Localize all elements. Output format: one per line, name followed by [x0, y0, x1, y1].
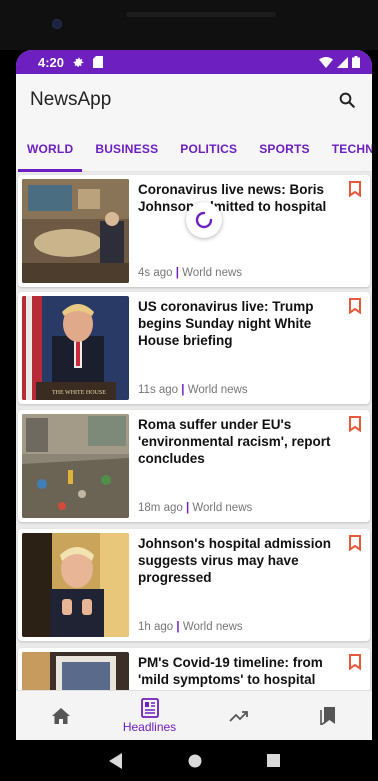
article-category: World news — [187, 384, 248, 396]
news-card[interactable]: Roma suffer under EU's 'environmental ra… — [18, 410, 370, 522]
article-headline: US coronavirus live: Trump begins Sunday… — [138, 299, 314, 348]
front-camera — [52, 19, 62, 29]
search-icon[interactable] — [336, 89, 358, 111]
article-time: 1h ago — [138, 621, 174, 633]
wifi-icon — [319, 56, 333, 68]
article-meta: 18m ago | World news — [138, 502, 252, 514]
meta-separator: | — [175, 267, 179, 279]
signal-icon — [337, 56, 348, 68]
nav-trending[interactable] — [194, 691, 283, 740]
article-time: 4s ago — [138, 267, 173, 279]
article-category: World news — [182, 267, 243, 279]
article-thumbnail — [22, 652, 129, 690]
tab-world[interactable]: WORLD — [16, 126, 84, 172]
article-meta: 4s ago | World news — [138, 267, 242, 279]
nav-headlines-label: Headlines — [122, 719, 177, 734]
article-headline: Roma suffer under EU's 'environmental ra… — [138, 417, 331, 466]
article-meta: 11s ago | World news — [138, 384, 248, 396]
app-bar: NewsApp — [16, 74, 372, 126]
status-bar: 4:20 — [16, 50, 372, 74]
bookmark-icon[interactable] — [348, 181, 362, 198]
bottom-navigation: Headlines — [16, 690, 372, 740]
news-list[interactable]: Coronavirus live news: Boris Johnson adm… — [16, 172, 372, 690]
system-navigation-bar — [16, 740, 372, 781]
tab-sports[interactable]: SPORTS — [248, 126, 321, 172]
nav-headlines[interactable]: Headlines — [105, 691, 194, 740]
bookmark-icon[interactable] — [348, 654, 362, 671]
earpiece-speaker — [126, 12, 276, 17]
sd-card-icon — [93, 56, 104, 68]
device-bezel — [0, 0, 378, 50]
status-time: 4:20 — [38, 54, 65, 70]
home-circle-icon[interactable] — [188, 754, 202, 768]
article-time: 18m ago — [138, 502, 183, 514]
article-thumbnail — [22, 533, 129, 637]
article-category: World news — [182, 621, 243, 633]
article-headline: PM's Covid-19 timeline: from 'mild sympt… — [138, 655, 323, 687]
article-time: 11s ago — [138, 384, 179, 396]
meta-separator: | — [176, 621, 180, 633]
bookmarks-icon — [319, 706, 335, 725]
bookmark-icon[interactable] — [348, 535, 362, 552]
article-meta: 1h ago | World news — [138, 621, 243, 633]
news-card[interactable]: Coronavirus live news: Boris Johnson adm… — [18, 175, 370, 287]
category-tabs: WORLD BUSINESS POLITICS SPORTS TECHNOLOG — [16, 126, 372, 172]
meta-separator: | — [181, 384, 185, 396]
news-card[interactable]: Johnson's hospital admission suggests vi… — [18, 529, 370, 641]
back-icon[interactable] — [108, 752, 123, 769]
nav-bookmarks[interactable] — [283, 691, 372, 740]
home-icon — [51, 707, 70, 724]
article-thumbnail: THE WHITE HOUSE — [22, 296, 129, 400]
article-category: World news — [192, 502, 253, 514]
article-thumbnail — [22, 414, 129, 518]
tab-business[interactable]: BUSINESS — [84, 126, 169, 172]
phone-screen: 4:20 NewsApp WORLD BUSINESS POLITICS SPO… — [16, 50, 372, 740]
nav-home[interactable] — [16, 691, 105, 740]
tab-politics[interactable]: POLITICS — [169, 126, 248, 172]
bookmark-icon[interactable] — [348, 416, 362, 433]
headlines-icon — [140, 697, 159, 718]
app-title: NewsApp — [30, 89, 112, 110]
recents-icon[interactable] — [266, 754, 280, 767]
bookmark-icon[interactable] — [348, 298, 362, 315]
article-headline: Johnson's hospital admission suggests vi… — [138, 536, 331, 585]
trending-icon — [228, 710, 248, 722]
article-headline: Coronavirus live news: Boris Johnson adm… — [138, 182, 327, 214]
settings-gear-icon — [73, 57, 84, 67]
battery-icon — [352, 56, 360, 68]
svg-text:THE WHITE HOUSE: THE WHITE HOUSE — [52, 390, 106, 396]
news-card[interactable]: THE WHITE HOUSE US coronavirus live: Tru… — [18, 292, 370, 404]
tab-technology[interactable]: TECHNOLOG — [321, 126, 372, 172]
loading-spinner — [186, 202, 222, 238]
meta-separator: | — [185, 502, 190, 514]
news-card[interactable]: PM's Covid-19 timeline: from 'mild sympt… — [18, 648, 370, 690]
article-thumbnail — [22, 179, 129, 283]
